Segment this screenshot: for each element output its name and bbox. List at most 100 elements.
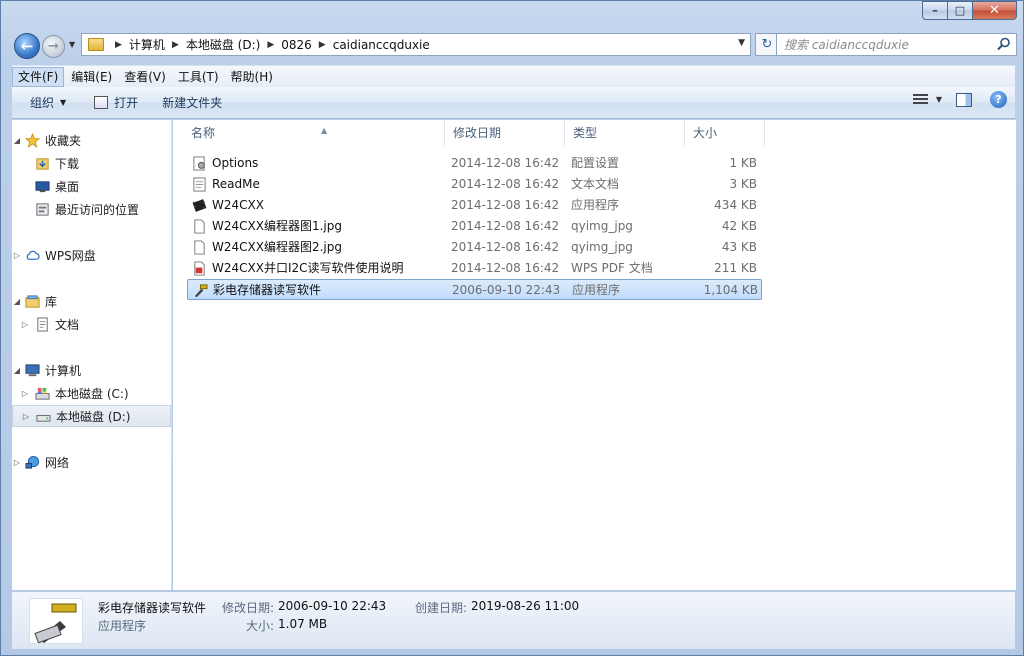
- nav-downloads[interactable]: 下载: [12, 152, 171, 174]
- recent-places-icon: [36, 202, 49, 216]
- file-list-pane: 名称 ▲ 修改日期 类型 大小 Options 2014-12-08 16:42…: [173, 120, 1016, 590]
- recent-pages-dropdown[interactable]: ▼: [69, 40, 75, 49]
- file-type: 配置设置: [571, 156, 620, 170]
- nav-label: 文档: [55, 317, 80, 332]
- file-name: 彩电存储器读写软件: [213, 283, 322, 297]
- caption-buttons: – □ ✕: [922, 1, 1017, 20]
- nav-wps-cloud[interactable]: ▷ WPS网盘: [12, 244, 171, 266]
- file-size: 42 KB: [721, 219, 757, 233]
- file-date: 2014-12-08 16:42: [451, 261, 560, 275]
- details-view-icon: [912, 93, 928, 106]
- nav-libraries[interactable]: ◢ 库: [12, 290, 171, 312]
- file-row[interactable]: W24CXX并口I2C读写软件使用说明 2014-12-08 16:42 WPS…: [187, 258, 762, 279]
- menu-edit[interactable]: 编辑(E): [66, 67, 117, 87]
- column-name-label: 名称: [191, 126, 216, 140]
- collapsed-triangle-icon[interactable]: ▷: [12, 458, 22, 467]
- minimize-button[interactable]: –: [922, 1, 948, 20]
- nav-computer[interactable]: ◢ 计算机: [12, 359, 171, 381]
- details-size-label: 大小:: [246, 619, 275, 633]
- search-icon[interactable]: [997, 37, 1011, 51]
- menu-view[interactable]: 查看(V): [119, 67, 171, 87]
- open-button[interactable]: 打开: [86, 91, 148, 115]
- address-bar[interactable]: ▶ 计算机 ▶ 本地磁盘 (D:) ▶ 0826 ▶ caidianccqdux…: [81, 33, 751, 56]
- help-icon[interactable]: ?: [990, 91, 1007, 108]
- maximize-button[interactable]: □: [948, 1, 973, 20]
- menu-tools[interactable]: 工具(T): [173, 67, 224, 87]
- file-row[interactable]: W24CXX编程器图2.jpg 2014-12-08 16:42 qyimg_j…: [187, 237, 762, 258]
- collapsed-triangle-icon[interactable]: ▷: [12, 251, 22, 260]
- chevron-right-icon[interactable]: ▶: [319, 40, 326, 50]
- back-button[interactable]: ←: [14, 33, 40, 59]
- expanded-triangle-icon[interactable]: ◢: [12, 136, 22, 145]
- file-date: 2006-09-10 22:43: [452, 283, 561, 297]
- file-row[interactable]: Options 2014-12-08 16:42 配置设置 1 KB: [187, 153, 762, 174]
- nav-network[interactable]: ▷ 网络: [12, 451, 171, 473]
- nav-desktop[interactable]: 桌面: [12, 175, 171, 197]
- nav-label: 库: [45, 294, 58, 309]
- nav-label: 收藏夹: [45, 133, 82, 148]
- details-created-value: 2019-08-26 11:00: [471, 599, 580, 613]
- pdf-file-icon: [194, 261, 205, 276]
- file-row[interactable]: W24CXX编程器图1.jpg 2014-12-08 16:42 qyimg_j…: [187, 216, 762, 237]
- breadcrumb-drive-d[interactable]: 本地磁盘 (D:): [186, 36, 260, 53]
- breadcrumb-computer[interactable]: 计算机: [129, 36, 165, 53]
- file-type: 应用程序: [571, 198, 620, 212]
- programmer-app-icon: [34, 603, 77, 644]
- collapsed-triangle-icon[interactable]: ▷: [21, 412, 31, 421]
- file-name: W24CXX编程器图2.jpg: [212, 240, 342, 254]
- column-date-label: 修改日期: [453, 126, 502, 140]
- menu-help[interactable]: 帮助(H): [226, 67, 278, 87]
- menu-bar: 文件(F) 编辑(E) 查看(V) 工具(T) 帮助(H): [12, 65, 1015, 87]
- nav-favorites[interactable]: ◢ 收藏夹: [12, 129, 171, 151]
- nav-drive-d[interactable]: ▷ 本地磁盘 (D:): [12, 405, 171, 427]
- file-row-selected[interactable]: 彩电存储器读写软件 2006-09-10 22:43 应用程序 1,104 KB: [187, 279, 762, 300]
- file-date: 2014-12-08 16:42: [451, 198, 560, 212]
- column-date[interactable]: 修改日期: [445, 120, 565, 146]
- nav-label: WPS网盘: [45, 248, 96, 263]
- command-bar: 组织 ▼ 打开 新建文件夹 ▼ ?: [12, 87, 1015, 119]
- settings-file-icon: [193, 156, 205, 171]
- chevron-right-icon[interactable]: ▶: [172, 40, 179, 50]
- column-name[interactable]: 名称 ▲: [183, 120, 445, 146]
- close-button[interactable]: ✕: [973, 1, 1017, 20]
- document-icon: [37, 316, 48, 332]
- file-size: 43 KB: [721, 240, 757, 254]
- forward-button[interactable]: →: [42, 35, 65, 58]
- file-row[interactable]: W24CXX 2014-12-08 16:42 应用程序 434 KB: [187, 195, 762, 216]
- chevron-down-icon[interactable]: ▼: [738, 38, 745, 48]
- collapsed-triangle-icon[interactable]: ▷: [20, 320, 30, 329]
- column-type[interactable]: 类型: [565, 120, 685, 146]
- expanded-triangle-icon[interactable]: ◢: [12, 297, 22, 306]
- file-type: qyimg_jpg: [571, 219, 633, 233]
- details-created-label: 创建日期:: [415, 601, 468, 615]
- nav-label: 本地磁盘 (C:): [55, 386, 129, 401]
- chevron-right-icon[interactable]: ▶: [267, 40, 274, 50]
- details-size-value: 1.07 MB: [278, 617, 328, 631]
- download-folder-icon: [36, 157, 49, 170]
- breadcrumb-current-folder[interactable]: caidianccqduxie: [333, 38, 430, 52]
- breadcrumb-0826[interactable]: 0826: [281, 38, 312, 52]
- organize-button[interactable]: 组织 ▼: [22, 91, 76, 115]
- preview-pane-icon[interactable]: [956, 92, 972, 107]
- organize-label: 组织: [30, 96, 55, 110]
- menu-file[interactable]: 文件(F): [12, 66, 65, 87]
- file-row[interactable]: ReadMe 2014-12-08 16:42 文本文档 3 KB: [187, 174, 762, 195]
- nav-label: 计算机: [45, 363, 82, 378]
- nav-label: 桌面: [55, 179, 80, 194]
- change-view-button[interactable]: ▼: [912, 93, 942, 106]
- file-type: 应用程序: [572, 283, 621, 297]
- expanded-triangle-icon[interactable]: ◢: [12, 366, 22, 375]
- collapsed-triangle-icon[interactable]: ▷: [20, 389, 30, 398]
- file-name: W24CXX编程器图1.jpg: [212, 219, 342, 233]
- nav-documents[interactable]: ▷ 文档: [12, 313, 171, 335]
- file-size: 434 KB: [714, 198, 757, 212]
- cloud-icon: [26, 250, 40, 260]
- open-icon: [94, 96, 109, 109]
- column-size[interactable]: 大小: [685, 120, 765, 146]
- chevron-right-icon[interactable]: ▶: [115, 40, 122, 50]
- nav-drive-c[interactable]: ▷ 本地磁盘 (C:): [12, 382, 171, 404]
- nav-recent-places[interactable]: 最近访问的位置: [12, 198, 171, 220]
- search-input[interactable]: 搜索 caidianccqduxie: [776, 33, 1017, 56]
- file-type: WPS PDF 文档: [571, 261, 653, 275]
- new-folder-button[interactable]: 新建文件夹: [154, 91, 232, 115]
